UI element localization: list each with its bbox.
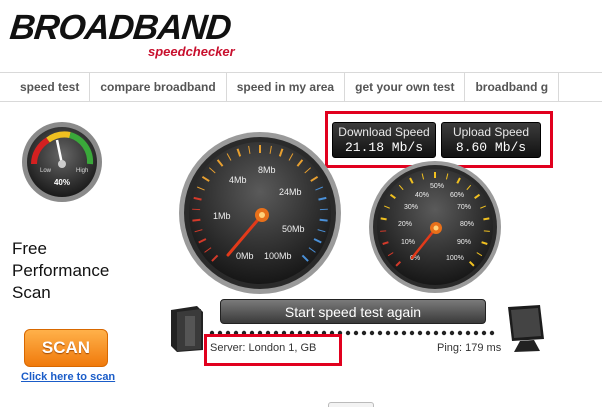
connection-dot [489,330,495,336]
connection-dot [465,330,471,336]
nav-speed-test[interactable]: speed test [0,73,91,101]
upload-tick-90: 90% [457,239,471,246]
upload-tick-10: 10% [401,239,415,246]
upload-tick-50: 50% [430,183,444,190]
speed-tick-50mb: 50Mb [282,224,305,234]
connection-dot [449,330,455,336]
nav-get-your-own-test[interactable]: get your own test [345,73,466,101]
mini-gauge-low: Low [40,168,52,174]
upload-tick-70: 70% [457,204,471,211]
main-nav: speed test compare broadband speed in my… [0,72,602,102]
connection-dot [457,330,463,336]
connection-dot [353,330,359,336]
speed-tick-24mb: 24Mb [279,187,302,197]
server-highlight-box [204,334,342,366]
nav-broadband-guide[interactable]: broadband g [465,73,560,101]
performance-gauge-icon: Low High 40% [22,122,102,202]
bottom-button[interactable] [328,402,374,407]
computer-tower-icon [171,306,203,352]
upload-tick-40: 40% [415,192,429,199]
connection-dot [473,330,479,336]
connection-dot [369,330,375,336]
mini-gauge-high: High [76,168,88,174]
promo-line-3: Scan [12,283,51,302]
connection-dot [433,330,439,336]
speed-tick-4mb: 4Mb [229,175,247,185]
ping-info: Ping: 179 ms [437,342,502,354]
speed-tick-100mb: 100Mb [264,251,292,261]
gauge-tick-mark [483,217,490,221]
start-speed-test-button[interactable]: Start speed test again [220,299,486,324]
connection-dot [409,330,415,336]
logo-tagline: speedchecker [148,44,235,59]
connection-dot [385,330,391,336]
download-speed-gauge: 0Mb 1Mb 4Mb 8Mb 24Mb 50Mb 100Mb [179,132,341,294]
upload-tick-30: 30% [404,204,418,211]
upload-tick-60: 60% [450,192,464,199]
connection-dot [425,330,431,336]
nav-speed-in-my-area[interactable]: speed in my area [227,73,346,101]
speed-tick-1mb: 1Mb [213,211,231,221]
connection-dot [345,330,351,336]
gauge-tick-mark [380,217,387,221]
gauge-tick-mark [192,218,201,222]
gauge-tick-mark [319,218,328,222]
connection-dot [481,330,487,336]
scan-link[interactable]: Click here to scan [21,371,115,383]
connection-dot [401,330,407,336]
speed-tick-0mb: 0Mb [236,251,254,261]
speed-tick-8mb: 8Mb [258,165,276,175]
logo-wordmark: BROADBAND [8,8,233,47]
connection-dot [417,330,423,336]
connection-dot [377,330,383,336]
connection-dot [393,330,399,336]
site-logo[interactable]: BROADBAND speedchecker [6,2,236,66]
nav-compare-broadband[interactable]: compare broadband [90,73,227,101]
connection-dot [361,330,367,336]
promo-line-1: Free [12,239,47,258]
scan-button[interactable]: SCAN [24,329,108,367]
upload-tick-100: 100% [446,255,464,262]
upload-tick-20: 20% [398,221,412,228]
promo-line-2: Performance [12,261,110,280]
mini-gauge-percent: 40% [54,178,70,187]
connection-dot [441,330,447,336]
upload-tick-80: 80% [460,221,474,228]
free-scan-heading: Free Performance Scan [12,238,152,304]
server-monitor-icon [508,305,544,352]
upload-speed-gauge: 0% 10% 20% 30% 40% 50% 60% 70% 80% 90% 1… [369,161,501,293]
